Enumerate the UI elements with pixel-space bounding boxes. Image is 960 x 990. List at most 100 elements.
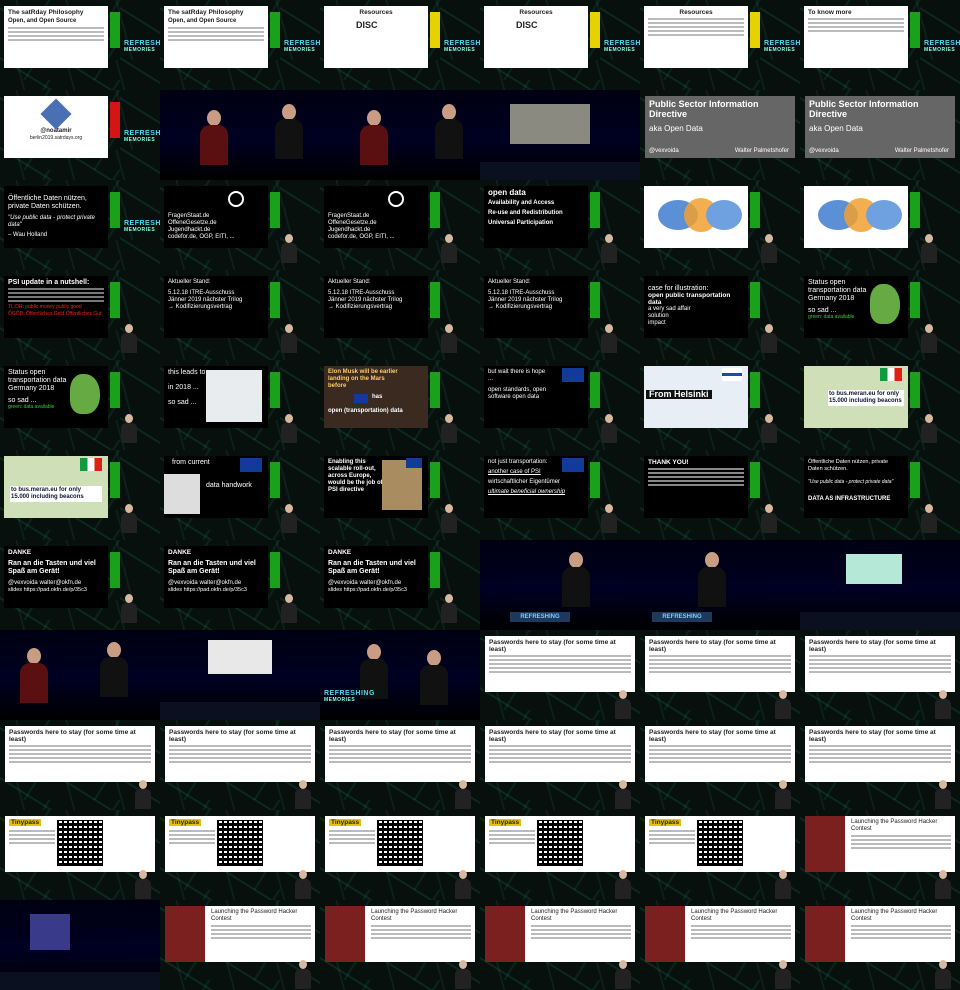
status-bar [910, 192, 920, 228]
thumbnail[interactable]: from current data handwork [160, 450, 320, 540]
thumbnail[interactable]: Status open transportation data Germany … [0, 360, 160, 450]
thumbnail[interactable] [800, 540, 960, 630]
speaker-overlay [278, 324, 300, 358]
thumbnail[interactable]: DANKE Ran an die Tasten und viel Spaß am… [0, 540, 160, 630]
thumbnail[interactable]: Resources REFRESHINGMEMORIES [640, 0, 800, 90]
thumbnail[interactable] [320, 90, 480, 180]
thumbnail[interactable]: REFRESHING [480, 540, 640, 630]
slide-subtitle: aka Open Data [809, 124, 863, 133]
disc-logo: DISC [356, 20, 378, 30]
speaker-overlay [438, 414, 460, 448]
thumbnail[interactable]: @noatamir berlin2019.satrdays.org REFRES… [0, 90, 160, 180]
speaker-overlay [452, 960, 474, 990]
speaker-overlay [278, 594, 300, 628]
thumbnail[interactable]: to bus.meran.eu for only 15.000 includin… [0, 450, 160, 540]
thumbnail[interactable]: DANKE Ran an die Tasten und viel Spaß am… [160, 540, 320, 630]
thumbnail[interactable]: Tinypass [0, 810, 160, 900]
thumbnail[interactable]: but wait there is hope ... open standard… [480, 360, 640, 450]
thumbnail[interactable]: Launching the Password Hacker Contest [800, 810, 960, 900]
qr-code [217, 820, 263, 866]
thumbnail[interactable]: to bus.meran.eu for only 15.000 includin… [800, 360, 960, 450]
slide-link[interactable]: slides https://pad.okfn.de/p/35c3 [168, 587, 264, 594]
thumbnail[interactable]: open data Availability and Access Re-use… [480, 180, 640, 270]
eu-flag [562, 368, 584, 382]
thumbnail[interactable]: Tinypass [160, 810, 320, 900]
thumbnail[interactable]: Elon Musk will be earlier landing on the… [320, 360, 480, 450]
thumbnail[interactable]: FragenStaat.de OffeneGesetze.de Jugendha… [320, 180, 480, 270]
status-bar [750, 12, 760, 48]
thumbnail[interactable]: PSI update in a nutshell: TL;DR: public … [0, 270, 160, 360]
speaker-overlay [612, 960, 634, 990]
caption-right: Walter Palmetshofer [894, 148, 949, 154]
thumbnail[interactable]: Launching the Password Hacker Contest [320, 900, 480, 990]
thumbnail[interactable]: Public Sector Information Directive aka … [800, 90, 960, 180]
thumbnail[interactable]: Passwords here to stay (for some time at… [640, 720, 800, 810]
slide: The satRday Philosophy Open, and Open So… [164, 6, 268, 68]
thumbnail[interactable] [160, 630, 320, 720]
list-item: Availability and Access [488, 200, 555, 206]
slide: to bus.meran.eu for only 15.000 includin… [4, 456, 108, 518]
thumbnail[interactable]: Passwords here to stay (for some time at… [160, 720, 320, 810]
thumbnail[interactable]: REFRESHING [640, 540, 800, 630]
camera-shot [160, 630, 320, 720]
thumbnail[interactable]: Resources DISC REFRESHINGMEMORIES [480, 0, 640, 90]
slide-link[interactable]: slides https://pad.okfn.de/p/35c3 [8, 587, 104, 594]
thumbnail[interactable]: Enabling this scalable roll-out, across … [320, 450, 480, 540]
thumbnail[interactable]: DANKE Ran an die Tasten und viel Spaß am… [320, 540, 480, 630]
thumbnail[interactable]: Tinypass [640, 810, 800, 900]
thumbnail[interactable]: Public Sector Information Directive aka … [640, 90, 800, 180]
thumbnail[interactable] [800, 180, 960, 270]
thumbnail[interactable]: Tinypass [480, 810, 640, 900]
list-item: Re-use and Redistribution [488, 210, 563, 216]
thumbnail[interactable]: Launching the Password Hacker Contest [480, 900, 640, 990]
thumbnail[interactable]: Passwords here to stay (for some time at… [480, 630, 640, 720]
thumbnail[interactable] [0, 630, 160, 720]
thumbnail[interactable]: Status open transportation data Germany … [800, 270, 960, 360]
slide: Tinypass [645, 816, 795, 872]
slide-title: Public Sector Information Directive [649, 99, 759, 119]
thumbnail[interactable]: Resources DISC REFRESHINGMEMORIES [320, 0, 480, 90]
thumbnail[interactable]: THANK YOU! [640, 450, 800, 540]
thumbnail[interactable] [640, 180, 800, 270]
thumbnail[interactable]: Tinypass [320, 810, 480, 900]
thumbnail[interactable]: REFRESHING MEMORIES [320, 630, 480, 720]
slide-title: Tinypass [329, 819, 362, 826]
thumbnail[interactable]: Passwords here to stay (for some time at… [800, 630, 960, 720]
slide: Tinypass [325, 816, 475, 872]
slide-title: Launching the Password Hacker Contest [691, 909, 778, 922]
thumbnail[interactable]: Aktueller Stand: 5.12.18 ITRE-Ausschuss … [160, 270, 320, 360]
thumbnail[interactable]: not just transportation: another case of… [480, 450, 640, 540]
slide: Resources [644, 6, 748, 68]
thumbnail[interactable]: To know more REFRESHINGMEMORIES [800, 0, 960, 90]
status-bar [110, 192, 120, 228]
thumbnail[interactable]: Aktueller Stand: 5.12.18 ITRE-Ausschuss … [320, 270, 480, 360]
thumbnail[interactable]: Aktueller Stand: 5.12.18 ITRE-Ausschuss … [480, 270, 640, 360]
thumbnail[interactable]: Launching the Password Hacker Contest [800, 900, 960, 990]
slide: from current data handwork [164, 456, 268, 518]
thumbnail[interactable]: Passwords here to stay (for some time at… [800, 720, 960, 810]
thumbnail[interactable]: The satRday Philosophy Open, and Open So… [160, 0, 320, 90]
thumbnail[interactable]: FragenStaat.de OffeneGesetze.de Jugendha… [160, 180, 320, 270]
thumbnail[interactable]: Öffentliche Daten nützen, private Daten … [800, 450, 960, 540]
event-logo: REFRESHINGMEMORIES [124, 130, 160, 143]
status-bar [750, 462, 760, 498]
event-logo: REFRESHINGMEMORIES [764, 40, 800, 53]
thumbnail[interactable]: Passwords here to stay (for some time at… [480, 720, 640, 810]
thumbnail[interactable]: Passwords here to stay (for some time at… [320, 720, 480, 810]
thumbnail[interactable]: Launching the Password Hacker Contest [160, 900, 320, 990]
thumbnail[interactable]: From Helsinki [640, 360, 800, 450]
slide: Elon Musk will be earlier landing on the… [324, 366, 428, 428]
slide-link[interactable]: slides https://pad.okfn.de/p/35c3 [328, 587, 424, 594]
status-bar [270, 282, 280, 318]
thumbnail[interactable]: Öffentliche Daten nützen, private Daten … [0, 180, 160, 270]
thumbnail[interactable] [0, 900, 160, 990]
thumbnail[interactable]: Passwords here to stay (for some time at… [0, 720, 160, 810]
thumbnail[interactable]: Launching the Password Hacker Contest [640, 900, 800, 990]
thumbnail[interactable] [480, 90, 640, 180]
thumbnail[interactable]: case for illustration: open public trans… [640, 270, 800, 360]
thumbnail[interactable]: Passwords here to stay (for some time at… [640, 630, 800, 720]
thumbnail[interactable]: this leads to in 2018 ... so sad ... [160, 360, 320, 450]
sketch-image [164, 474, 200, 514]
thumbnail[interactable] [160, 90, 320, 180]
thumbnail[interactable]: The satRday Philosophy Open, and Open So… [0, 0, 160, 90]
